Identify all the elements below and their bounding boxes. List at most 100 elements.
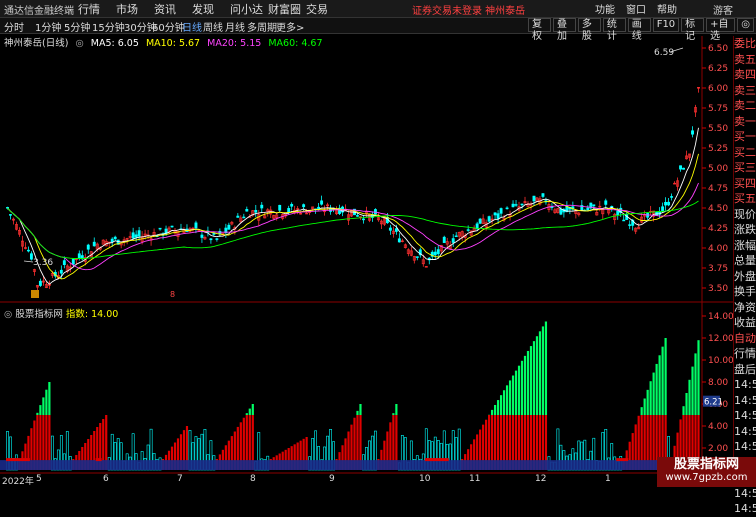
candle-body	[356, 215, 358, 216]
indicator-bar-green	[524, 356, 526, 415]
side-panel-row: 收益	[734, 315, 756, 331]
candle-body	[195, 223, 197, 228]
indicator-bar-green	[249, 409, 251, 415]
indicator-bar-green	[359, 404, 361, 415]
date-month-9: 9	[329, 474, 335, 484]
candle-body	[389, 228, 391, 230]
candle-body	[114, 237, 116, 239]
candle-body	[132, 233, 134, 238]
price-tick-label: 3.75	[708, 264, 728, 274]
candle-body	[78, 254, 80, 258]
candle-body	[452, 239, 454, 243]
indicator-bar-green	[527, 351, 529, 415]
watermark-url: www.7gpzb.com	[657, 472, 756, 484]
candle-body	[171, 226, 173, 227]
side-panel-row: 14:50	[734, 424, 756, 440]
watermark-title: 股票指标网	[657, 457, 756, 472]
candle-body	[506, 208, 508, 209]
indicator-tick-label: 4.00	[708, 422, 728, 432]
candle-body	[521, 204, 523, 205]
candle-body	[497, 214, 499, 219]
candle-body	[691, 131, 693, 134]
candle-body	[416, 257, 418, 258]
date-month-10: 10	[419, 474, 430, 484]
indicator-bar-green	[252, 404, 254, 415]
side-panel-row: 总量	[734, 253, 756, 269]
indicator-bar-green	[515, 371, 517, 415]
ma20-line	[8, 183, 699, 270]
candle-body	[560, 209, 562, 214]
indicator-bar-green	[641, 407, 643, 415]
indicator-bar-green	[662, 347, 664, 415]
price-axis: 6.506.256.005.755.505.255.004.754.504.25…	[702, 44, 728, 294]
ma10-line	[8, 154, 699, 279]
side-panel-row: 卖四	[734, 67, 756, 83]
date-month-1: 1	[605, 474, 611, 484]
indicator-signal-bar	[6, 458, 30, 461]
indicator-bar-green	[491, 410, 493, 415]
candle-body	[159, 228, 161, 229]
indicator-current-label: 6.21	[704, 398, 723, 408]
indicator-bar-green	[506, 385, 508, 415]
candle-body	[398, 239, 400, 242]
indicator-bar-green	[503, 390, 505, 415]
chart-canvas: 6.506.256.005.755.505.255.004.754.504.25…	[0, 0, 733, 487]
indicator-name: 股票指标网	[15, 309, 63, 320]
indicator-bar-green	[688, 380, 690, 415]
indicator-bar-green	[356, 411, 358, 415]
candle-body	[395, 229, 397, 232]
candle-body	[72, 259, 74, 264]
settings-icon[interactable]: ◎	[737, 18, 754, 32]
price-tick-label: 5.00	[708, 164, 728, 174]
indicator-collapse-icon[interactable]: ◎	[4, 309, 12, 320]
candle-body	[6, 207, 8, 208]
side-panel-row: 14:50	[734, 501, 756, 517]
candle-body	[670, 196, 672, 197]
candle-body	[243, 217, 245, 218]
side-panel-row: 14:50	[734, 408, 756, 424]
price-tick-label: 5.50	[708, 124, 728, 134]
price-tick-label: 3.50	[708, 284, 728, 294]
indicator-bar-green	[653, 373, 655, 415]
indicator-bar-green	[650, 381, 652, 415]
chart-annotations: 6.593.368	[24, 48, 683, 299]
side-panel-row: 14:50	[734, 486, 756, 502]
indicator-bar-green	[518, 366, 520, 415]
date-month-12: 12	[535, 474, 546, 484]
indicator-bar-green	[500, 395, 502, 415]
event-marker-icon	[31, 290, 39, 298]
indicator-bar-green	[682, 406, 684, 415]
candle-body	[617, 211, 619, 215]
candle-body	[27, 250, 29, 251]
candle-body	[488, 217, 490, 222]
indicator-bar-green	[536, 336, 538, 415]
candle-body	[512, 204, 514, 207]
indicator-baseline-band	[0, 460, 700, 470]
indicator-bar-green	[494, 405, 496, 415]
indicator-bar-green	[539, 331, 541, 415]
candle-body	[93, 242, 95, 246]
candle-body	[664, 202, 666, 205]
candle-body	[623, 220, 625, 221]
candle-body	[682, 168, 684, 169]
candle-body	[362, 219, 364, 220]
candle-body	[291, 204, 293, 206]
candle-body	[467, 230, 469, 231]
indicator-bar-green	[647, 390, 649, 415]
indicator-tick-label: 14.00	[708, 312, 733, 322]
candle-body	[443, 237, 445, 242]
price-tick-label: 4.00	[708, 244, 728, 254]
candle-body	[279, 205, 281, 210]
indicator-header: ◎ 股票指标网 指数: 14.00	[4, 306, 118, 320]
candle-body	[542, 194, 544, 197]
indicator-bar-green	[392, 413, 394, 415]
price-tick-label: 5.75	[708, 104, 728, 114]
indicator-bar-green	[533, 341, 535, 415]
indicator-value: 指数: 14.00	[66, 309, 118, 320]
candle-body	[261, 205, 263, 208]
side-panel-row: 外盘	[734, 269, 756, 285]
side-panel-row: 卖五	[734, 52, 756, 68]
low-price-pointer	[24, 261, 33, 262]
price-tick-label: 4.75	[708, 184, 728, 194]
indicator-bar-green	[42, 397, 44, 415]
